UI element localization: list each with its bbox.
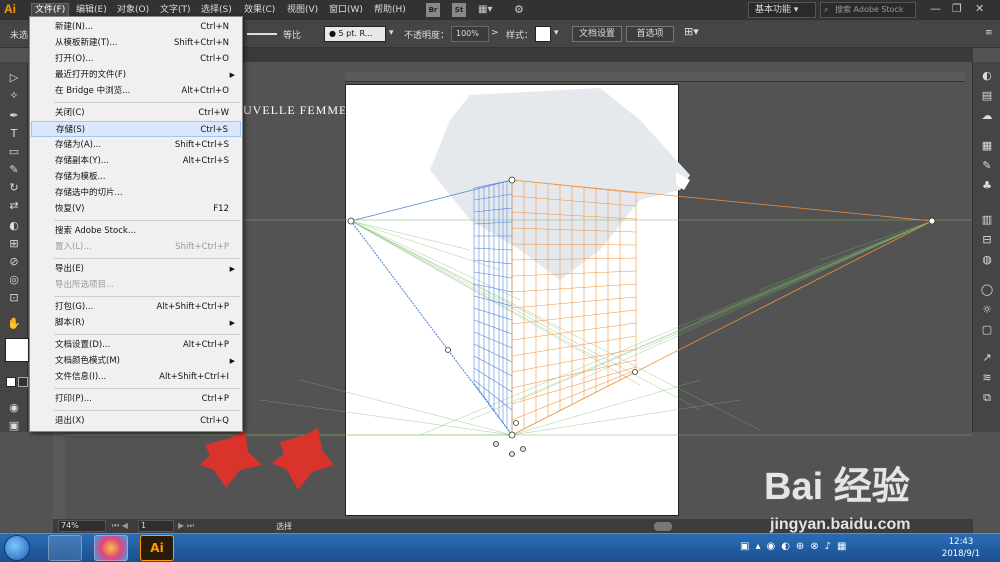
menu-item-recent[interactable]: 最近打开的文件(F) ▶ (31, 67, 241, 83)
file-menu-dropdown: 新建(N)... Ctrl+N 从模板新建(T)... Shift+Ctrl+N 打… (29, 16, 243, 432)
menu-separator (54, 102, 240, 103)
menu-item-file-info[interactable]: 文件信息(I)... Alt+Shift+Ctrl+I (31, 369, 241, 385)
ground-fan-right (419, 220, 933, 436)
menu-item-new-from-template[interactable]: 从模板新建(T)... Shift+Ctrl+N (31, 35, 241, 51)
horizontal-scrollbar-thumb[interactable] (654, 522, 672, 531)
left-vanishing-point-handle[interactable] (347, 217, 355, 225)
plane-widget-bottom[interactable] (509, 451, 515, 457)
right-vanishing-point-handle[interactable] (928, 217, 936, 225)
baidu-url-watermark: jingyan.baidu.com (770, 516, 911, 533)
menu-item-print[interactable]: 打印(P)... Ctrl+P (31, 391, 241, 407)
menu-item-save-template[interactable]: 存储为模板... (31, 169, 241, 185)
baidu-watermark: Bai 经验 (764, 466, 910, 508)
zoom-field[interactable]: 74% (58, 520, 106, 532)
menu-item-search-stock[interactable]: 搜索 Adobe Stock... (31, 223, 241, 239)
system-tray-icons[interactable]: ▣▴◉◐⊕⊗♪▦ (740, 541, 853, 552)
menu-separator (54, 334, 240, 335)
submenu-arrow-icon: ▶ (229, 357, 235, 365)
menu-item-save-as[interactable]: 存储为(A)... Shift+Ctrl+S (31, 137, 241, 153)
next-artboard-icon[interactable]: ▶ ⏭ (178, 521, 194, 531)
menu-item-document-setup[interactable]: 文档设置(D)... Alt+Ctrl+P (31, 337, 241, 353)
red-leaf-shape-1[interactable] (200, 430, 262, 488)
red-leaf-shape-2[interactable] (272, 428, 334, 490)
menu-item-package[interactable]: 打包(G)... Alt+Shift+Ctrl+P (31, 299, 241, 315)
menu-item-save-copy[interactable]: 存储副本(Y)... Alt+Ctrl+S (31, 153, 241, 169)
grid-cell-size-handle[interactable] (513, 420, 519, 426)
taskbar-paint-icon[interactable] (48, 535, 82, 561)
submenu-arrow-icon: ▶ (229, 265, 235, 273)
left-grid-extent-handle[interactable] (445, 347, 451, 353)
status-tool-label: 选择 (276, 522, 292, 531)
menu-item-browse-bridge[interactable]: 在 Bridge 中浏览... Alt+Ctrl+O (31, 83, 241, 99)
left-plane-bottom-edge (350, 220, 513, 436)
menu-separator (54, 258, 240, 259)
menu-item-exit[interactable]: 退出(X) Ctrl+Q (31, 413, 241, 429)
menu-item-export[interactable]: 导出(E) ▶ (31, 261, 241, 277)
menu-item-save[interactable]: 存储(S) Ctrl+S (31, 121, 241, 137)
menu-separator (54, 296, 240, 297)
plane-widget-right[interactable] (520, 446, 526, 452)
menu-item-export-selection[interactable]: 导出所选项目... (31, 277, 241, 293)
taskbar-browser-icon[interactable] (94, 535, 128, 561)
menu-item-scripts[interactable]: 脚本(R) ▶ (31, 315, 241, 331)
prev-artboard-icon[interactable]: ⏮ ◀ (112, 521, 128, 531)
menu-item-document-color-mode[interactable]: 文档颜色模式(M) ▶ (31, 353, 241, 369)
submenu-arrow-icon: ▶ (229, 71, 235, 79)
menu-separator (54, 388, 240, 389)
horizon-height-handle[interactable] (508, 176, 516, 184)
menu-item-close[interactable]: 关闭(C) Ctrl+W (31, 105, 241, 121)
plane-widget-left[interactable] (493, 441, 499, 447)
menu-item-new[interactable]: 新建(N)... Ctrl+N (31, 19, 241, 35)
system-clock[interactable]: 12:43 2018/9/1 (936, 536, 986, 560)
start-button[interactable] (4, 535, 30, 561)
menu-item-place[interactable]: 置入(L)... Shift+Ctrl+P (31, 239, 241, 255)
taskbar-illustrator-icon[interactable]: Ai (140, 535, 174, 561)
artboard-number-field[interactable]: 1 (138, 520, 174, 532)
menu-item-open[interactable]: 打开(O)... Ctrl+O (31, 51, 241, 67)
menu-separator (54, 410, 240, 411)
submenu-arrow-icon: ▶ (229, 319, 235, 327)
ground-fan-bottom (200, 379, 741, 436)
menu-item-revert[interactable]: 恢复(V) F12 (31, 201, 241, 217)
menu-separator (54, 220, 240, 221)
right-grid-extent-handle[interactable] (632, 369, 638, 375)
menu-item-save-slices[interactable]: 存储选中的切片... (31, 185, 241, 201)
ground-level-handle[interactable] (508, 431, 516, 439)
